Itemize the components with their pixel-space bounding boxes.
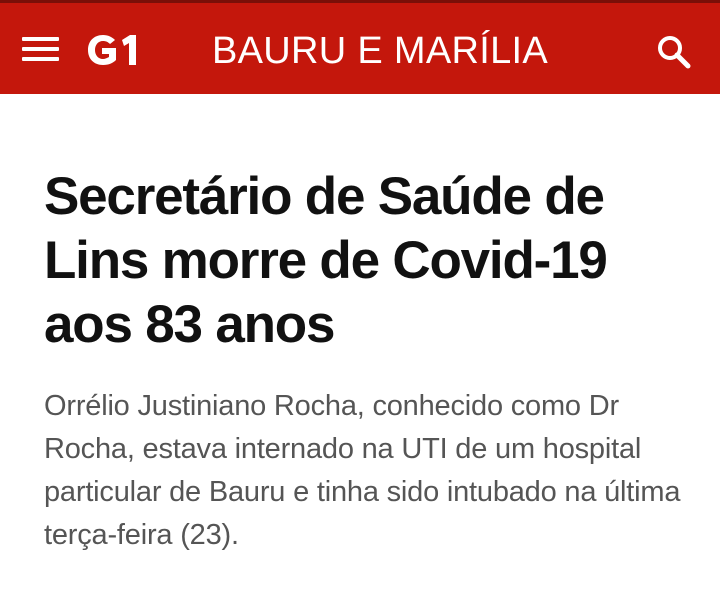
top-navigation-bar: BAURU E MARÍLIA (0, 0, 720, 94)
article-subtitle: Orrélio Justiniano Rocha, conhecido como… (44, 390, 681, 551)
section-title[interactable]: BAURU E MARÍLIA (160, 27, 600, 75)
hamburger-menu-icon[interactable] (14, 27, 68, 71)
article-content: Secretário de Saúde de Lins morre de Cov… (44, 165, 684, 557)
article-headline: Secretário de Saúde de Lins morre de Cov… (44, 167, 608, 354)
menu-line (22, 57, 59, 61)
menu-line (22, 37, 59, 41)
search-icon[interactable] (652, 31, 696, 73)
menu-line (22, 47, 59, 51)
g1-logo[interactable] (86, 33, 140, 67)
